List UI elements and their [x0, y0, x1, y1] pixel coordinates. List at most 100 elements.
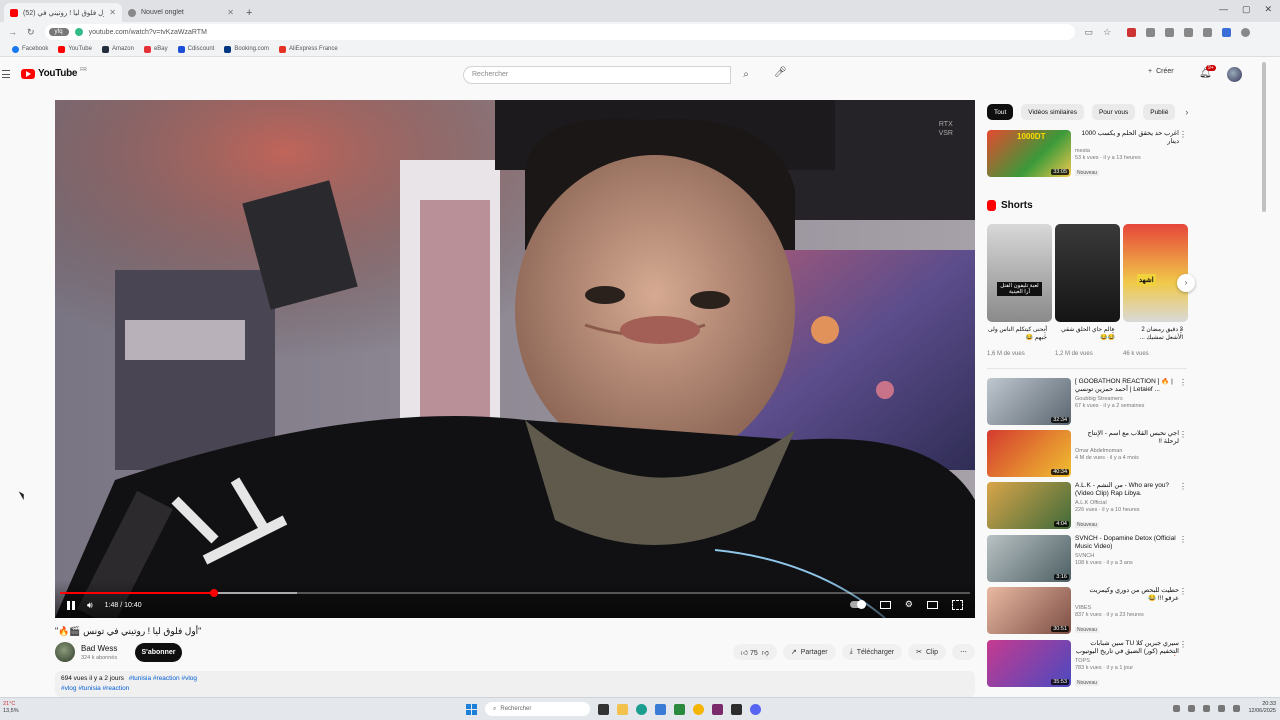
tray-chevron-icon[interactable]: [1173, 704, 1181, 712]
extension-icon[interactable]: [1146, 27, 1156, 37]
video-thumbnail[interactable]: 4:04: [987, 482, 1071, 529]
settings-gear-icon[interactable]: ⚙: [905, 599, 913, 610]
hashtags[interactable]: #tunisia #reaction #vlog: [129, 675, 197, 682]
dislike-button[interactable]: 👎︎: [762, 648, 769, 657]
subscribe-button[interactable]: S'abonner: [135, 643, 182, 662]
extension-icon[interactable]: [1165, 27, 1175, 37]
bookmark-facebook[interactable]: Facebook: [12, 45, 48, 53]
chip-all[interactable]: Tout: [987, 104, 1014, 120]
channel-avatar[interactable]: [55, 642, 75, 662]
terminal-icon[interactable]: [731, 703, 742, 715]
video-thumbnail[interactable]: 35:53: [987, 640, 1071, 687]
page-scrollbar[interactable]: [1262, 62, 1266, 212]
discord-icon[interactable]: [750, 703, 761, 715]
short-caption[interactable]: 3 دقيق رمضان 2 الأشعل تمشيك ...: [1123, 326, 1183, 342]
video-thumbnail[interactable]: 32:34: [987, 378, 1071, 425]
chrome-icon[interactable]: [693, 703, 704, 715]
edge-icon[interactable]: [636, 703, 647, 715]
chip-similar[interactable]: Vidéos similaires: [1021, 104, 1084, 120]
more-vert-icon[interactable]: ⋮: [1179, 430, 1187, 439]
video-thumbnail[interactable]: 40:34: [987, 430, 1071, 477]
rec-channel[interactable]: A.L.K Official: [1075, 500, 1179, 506]
more-vert-icon[interactable]: ⋮: [1041, 328, 1049, 337]
short-caption[interactable]: أنحنى كيتكلم الناس ولى جيهم 😂: [987, 326, 1047, 342]
recommended-video[interactable]: 3:16 SVNCH - Dopamine Detox (Official Mu…: [987, 535, 1187, 582]
reload-icon[interactable]: ↻: [27, 27, 35, 38]
more-vert-icon[interactable]: ⋮: [1109, 328, 1117, 337]
progress-bar[interactable]: [60, 589, 970, 597]
bookmark-youtube[interactable]: YouTube: [58, 45, 92, 53]
share-button[interactable]: ↗ Partager: [782, 644, 836, 660]
more-vert-icon[interactable]: ⋮: [1179, 535, 1187, 544]
more-vert-icon[interactable]: ⋮: [1179, 378, 1187, 387]
recommended-video[interactable]: 32:34 [ GOOBATHON REACTION ] 🔥 | أحمد حم…: [987, 378, 1187, 425]
clock[interactable]: 20:33 12/06/2025: [1248, 701, 1276, 715]
volume-icon[interactable]: 🔊︎: [87, 600, 93, 611]
microphone-icon[interactable]: 🎤︎: [774, 67, 787, 78]
profile-icon[interactable]: [1241, 27, 1251, 37]
rec-channel[interactable]: TOPS: [1075, 658, 1179, 664]
recommended-video[interactable]: 1000DT 33:05 أغرب حد يحقق الحلم و يكسب 1…: [987, 130, 1187, 177]
browser-tab-youtube[interactable]: (52) أول فلوق ليا ! روتيني في ✕: [4, 3, 122, 22]
account-avatar[interactable]: [1227, 67, 1242, 82]
short-thumbnail[interactable]: [1055, 224, 1120, 322]
recommended-video[interactable]: 35:53 سيري جبرين كلا TU سين شبابات التخف…: [987, 640, 1187, 687]
create-button[interactable]: + Créer: [1148, 68, 1174, 75]
more-vert-icon[interactable]: ⋮: [1179, 640, 1187, 649]
scrubber-handle[interactable]: [209, 589, 218, 597]
wifi-icon[interactable]: [1203, 704, 1211, 712]
rec-channel[interactable]: Goubbig Streamers: [1075, 396, 1179, 402]
battery-icon[interactable]: [1233, 704, 1241, 712]
cast-icon[interactable]: ▭: [1085, 27, 1094, 38]
autoplay-toggle[interactable]: [849, 600, 866, 609]
rec-channel[interactable]: Omar Abdelmoman: [1075, 448, 1179, 454]
like-button[interactable]: 👍︎ 75: [741, 648, 758, 657]
close-tab-icon[interactable]: ✕: [109, 8, 116, 17]
video-thumbnail[interactable]: 3:16: [987, 535, 1071, 582]
rec-title[interactable]: A.L.K - من النشم - Who are you? (Video C…: [1075, 482, 1179, 498]
fullscreen-icon[interactable]: [952, 599, 963, 610]
chip-for-you[interactable]: Pour vous: [1091, 104, 1136, 120]
windows-start-icon[interactable]: [466, 703, 477, 715]
photos-icon[interactable]: [655, 703, 666, 715]
weather-widget[interactable]: 21°C 13,5%: [3, 701, 19, 715]
extension-icon[interactable]: [1184, 27, 1194, 37]
rec-channel[interactable]: mesta: [1075, 148, 1179, 154]
app-icon[interactable]: [712, 703, 723, 715]
theater-mode-icon[interactable]: [927, 600, 938, 609]
download-button[interactable]: ⤓ Télécharger: [841, 644, 903, 660]
recommended-video[interactable]: 4:04 A.L.K - من النشم - Who are you? (Vi…: [987, 482, 1187, 529]
rec-title[interactable]: [ GOOBATHON REACTION ] 🔥 | أحمد حمزين تو…: [1075, 378, 1179, 394]
rec-title[interactable]: أغرب حد يحقق الحلم و يكسب 1000 دينار: [1075, 130, 1179, 146]
site-info-chip[interactable]: yfq: [48, 28, 69, 36]
task-view-icon[interactable]: [598, 703, 609, 715]
search-input[interactable]: Rechercher: [463, 66, 731, 84]
search-icon[interactable]: ⌕: [731, 66, 761, 84]
forward-icon[interactable]: →: [8, 27, 17, 37]
more-vert-icon[interactable]: ⋮: [1177, 328, 1185, 337]
close-tab-icon[interactable]: ✕: [227, 8, 234, 17]
bookmark-star-icon[interactable]: ☆: [1103, 27, 1111, 38]
short-caption[interactable]: عالم جاي الحلق شقي 😂😂: [1055, 326, 1115, 342]
rec-title[interactable]: سيري جبرين كلا TU سين شبابات التخفيم (كو…: [1075, 640, 1179, 656]
taskbar-search[interactable]: ⌕ Rechercher: [485, 702, 590, 716]
browser-tab-new[interactable]: Nouvel onglet ✕: [122, 3, 240, 22]
pause-icon[interactable]: [67, 601, 75, 610]
video-thumbnail[interactable]: 30:51: [987, 587, 1071, 634]
video-player[interactable]: RTX VSR 🔊︎ 1:48 / 10:40 ⚙: [55, 100, 975, 618]
more-actions-button[interactable]: ⋯: [952, 644, 975, 660]
more-vert-icon[interactable]: ⋮: [1179, 587, 1187, 596]
hamburger-menu-icon[interactable]: [2, 70, 10, 78]
more-vert-icon[interactable]: ⋮: [1179, 482, 1187, 491]
bookmark-ebay[interactable]: eBay: [143, 45, 168, 53]
recommended-video[interactable]: 30:51 حطيت للبحص من دوري وكيمريت عرفو !!…: [987, 587, 1187, 634]
description-box[interactable]: 694 vues il y a 2 jours #tunisia #reacti…: [55, 671, 975, 697]
extension-icon[interactable]: [1203, 27, 1213, 37]
more-vert-icon[interactable]: ⋮: [1179, 130, 1187, 139]
rec-title[interactable]: اجي نحبس القلاب مع اسم - الإنتاج لرحلة !…: [1075, 430, 1179, 446]
rec-title[interactable]: حطيت للبحص من دوري وكيمريت عرفو !!! 😂: [1075, 587, 1179, 603]
minimize-icon[interactable]: —: [1219, 4, 1228, 15]
chip-published[interactable]: Publié: [1143, 104, 1176, 120]
clip-button[interactable]: ✂ Clip: [908, 644, 946, 660]
new-tab-button[interactable]: +: [240, 7, 258, 22]
